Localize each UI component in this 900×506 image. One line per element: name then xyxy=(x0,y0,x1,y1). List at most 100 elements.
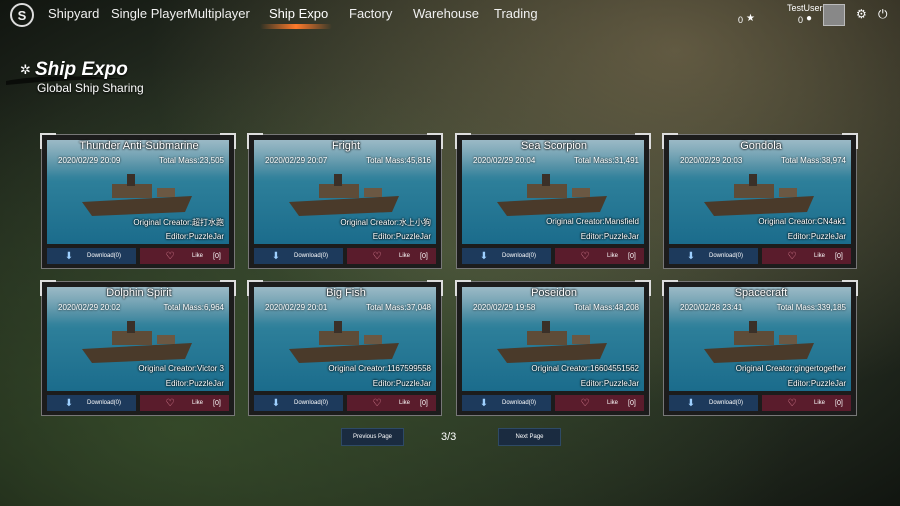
ship-creator: Original Creator:水上小狗 xyxy=(340,218,431,227)
like-button[interactable]: ♡ Like [0] xyxy=(762,395,851,411)
ship-mass: Total Mass:6,964 xyxy=(163,303,224,312)
previous-page-button[interactable]: Previous Page xyxy=(341,428,404,446)
download-icon: ⬇ xyxy=(64,250,74,262)
nav-ship-expo[interactable]: Ship Expo xyxy=(269,6,328,21)
page-subtitle: Global Ship Sharing xyxy=(37,81,144,95)
power-icon[interactable]: ⏻ xyxy=(878,7,888,22)
like-count: [0] xyxy=(835,252,843,260)
download-button[interactable]: ⬇ Download(0) xyxy=(47,395,136,411)
like-button[interactable]: ♡ Like [0] xyxy=(762,248,851,264)
ship-name: Gondola xyxy=(740,140,782,152)
ship-creator: Original Creator:CN4ak1 xyxy=(758,217,846,226)
like-button[interactable]: ♡ Like [0] xyxy=(555,248,644,264)
like-button[interactable]: ♡ Like [0] xyxy=(347,395,436,411)
download-button[interactable]: ⬇ Download(0) xyxy=(254,248,343,264)
like-button[interactable]: ♡ Like [0] xyxy=(140,395,229,411)
heart-icon: ♡ xyxy=(787,250,797,262)
download-label: Download(0) xyxy=(502,253,537,259)
ship-name: Dolphin Spirit xyxy=(106,287,172,299)
like-count: [0] xyxy=(213,252,221,260)
heart-icon: ♡ xyxy=(372,397,382,409)
like-count: [0] xyxy=(835,399,843,407)
username: TestUser xyxy=(787,3,823,13)
ship-name: Thunder Anti-Submarine xyxy=(79,140,199,152)
like-button[interactable]: ♡ Like [0] xyxy=(555,395,644,411)
nav-warehouse[interactable]: Warehouse xyxy=(413,6,479,21)
download-icon: ⬇ xyxy=(271,250,281,262)
ship-editor: Editor:PuzzleJar xyxy=(372,379,431,388)
ship-silhouette xyxy=(82,321,192,363)
next-page-button[interactable]: Next Page xyxy=(498,428,561,446)
ship-card[interactable]: Spacecraft 2020/02/28 23:41 Total Mass:3… xyxy=(662,280,858,416)
ship-date: 2020/02/29 20:03 xyxy=(680,156,743,165)
download-button[interactable]: ⬇ Download(0) xyxy=(669,395,758,411)
download-button[interactable]: ⬇ Download(0) xyxy=(254,395,343,411)
heart-icon: ♡ xyxy=(580,397,590,409)
ship-card[interactable]: Gondola 2020/02/29 20:03 Total Mass:38,9… xyxy=(662,133,858,269)
like-count: [0] xyxy=(628,399,636,407)
ship-card[interactable]: Dolphin Spirit 2020/02/29 20:02 Total Ma… xyxy=(40,280,236,416)
like-button[interactable]: ♡ Like [0] xyxy=(347,248,436,264)
ship-card[interactable]: Thunder Anti-Submarine 2020/02/29 20:09 … xyxy=(40,133,236,269)
download-icon: ⬇ xyxy=(271,397,281,409)
ship-silhouette xyxy=(82,174,192,216)
download-icon: ⬇ xyxy=(479,250,489,262)
ship-creator: Original Creator:超打水跑 xyxy=(133,218,224,227)
nav-single-player[interactable]: Single Player xyxy=(111,6,188,21)
download-button[interactable]: ⬇ Download(0) xyxy=(669,248,758,264)
ship-editor: Editor:PuzzleJar xyxy=(580,232,639,241)
nav-trading[interactable]: Trading xyxy=(494,6,538,21)
download-label: Download(0) xyxy=(294,400,329,406)
ship-creator: Original Creator:1167599558 xyxy=(328,364,431,373)
avatar[interactable] xyxy=(823,4,845,26)
star-count: 0 xyxy=(738,15,744,25)
like-count: [0] xyxy=(420,252,428,260)
ship-editor: Editor:PuzzleJar xyxy=(787,232,846,241)
ship-date: 2020/02/28 23:41 xyxy=(680,303,743,312)
heart-icon: ♡ xyxy=(165,397,175,409)
ship-silhouette xyxy=(704,174,814,216)
ship-card[interactable]: Sea Scorpion 2020/02/29 20:04 Total Mass… xyxy=(455,133,651,269)
like-label: Like xyxy=(192,400,204,406)
ship-date: 2020/02/29 20:07 xyxy=(265,156,328,165)
ship-editor: Editor:PuzzleJar xyxy=(787,379,846,388)
like-label: Like xyxy=(814,253,826,259)
like-label: Like xyxy=(399,400,411,406)
download-label: Download(0) xyxy=(294,253,329,259)
ship-name: Fright xyxy=(331,140,361,152)
ship-silhouette xyxy=(289,174,399,216)
ship-date: 2020/02/29 20:02 xyxy=(58,303,121,312)
download-label: Download(0) xyxy=(709,253,744,259)
ship-creator: Original Creator:Victor 3 xyxy=(138,364,224,373)
download-button[interactable]: ⬇ Download(0) xyxy=(462,248,551,264)
download-icon: ⬇ xyxy=(64,397,74,409)
ship-editor: Editor:PuzzleJar xyxy=(165,379,224,388)
nav-factory[interactable]: Factory xyxy=(349,6,392,21)
gear-icon[interactable]: ⚙ xyxy=(856,7,867,21)
like-button[interactable]: ♡ Like [0] xyxy=(140,248,229,264)
ship-mass: Total Mass:45,816 xyxy=(366,156,431,165)
download-label: Download(0) xyxy=(87,400,122,406)
ship-silhouette xyxy=(497,321,607,363)
like-count: [0] xyxy=(628,252,636,260)
ship-card[interactable]: Big Fish 2020/02/29 20:01 Total Mass:37,… xyxy=(247,280,443,416)
like-count: [0] xyxy=(420,399,428,407)
ship-name: Spacecraft xyxy=(734,287,788,299)
heart-icon: ♡ xyxy=(165,250,175,262)
nav-multiplayer[interactable]: Multiplayer xyxy=(187,6,250,21)
ship-card[interactable]: Poseidon 2020/02/29 19:58 Total Mass:48,… xyxy=(455,280,651,416)
download-icon: ⬇ xyxy=(686,250,696,262)
ship-name: Poseidon xyxy=(531,287,577,299)
download-button[interactable]: ⬇ Download(0) xyxy=(47,248,136,264)
ship-wheel-icon: ✲ xyxy=(20,62,31,77)
ship-wheel-logo[interactable]: S xyxy=(10,3,34,27)
ship-card[interactable]: Fright 2020/02/29 20:07 Total Mass:45,81… xyxy=(247,133,443,269)
download-icon: ⬇ xyxy=(479,397,489,409)
like-label: Like xyxy=(607,253,619,259)
ship-editor: Editor:PuzzleJar xyxy=(580,379,639,388)
ship-silhouette xyxy=(289,321,399,363)
download-button[interactable]: ⬇ Download(0) xyxy=(462,395,551,411)
nav-shipyard[interactable]: Shipyard xyxy=(48,6,99,21)
ship-date: 2020/02/29 20:04 xyxy=(473,156,536,165)
heart-icon: ♡ xyxy=(372,250,382,262)
